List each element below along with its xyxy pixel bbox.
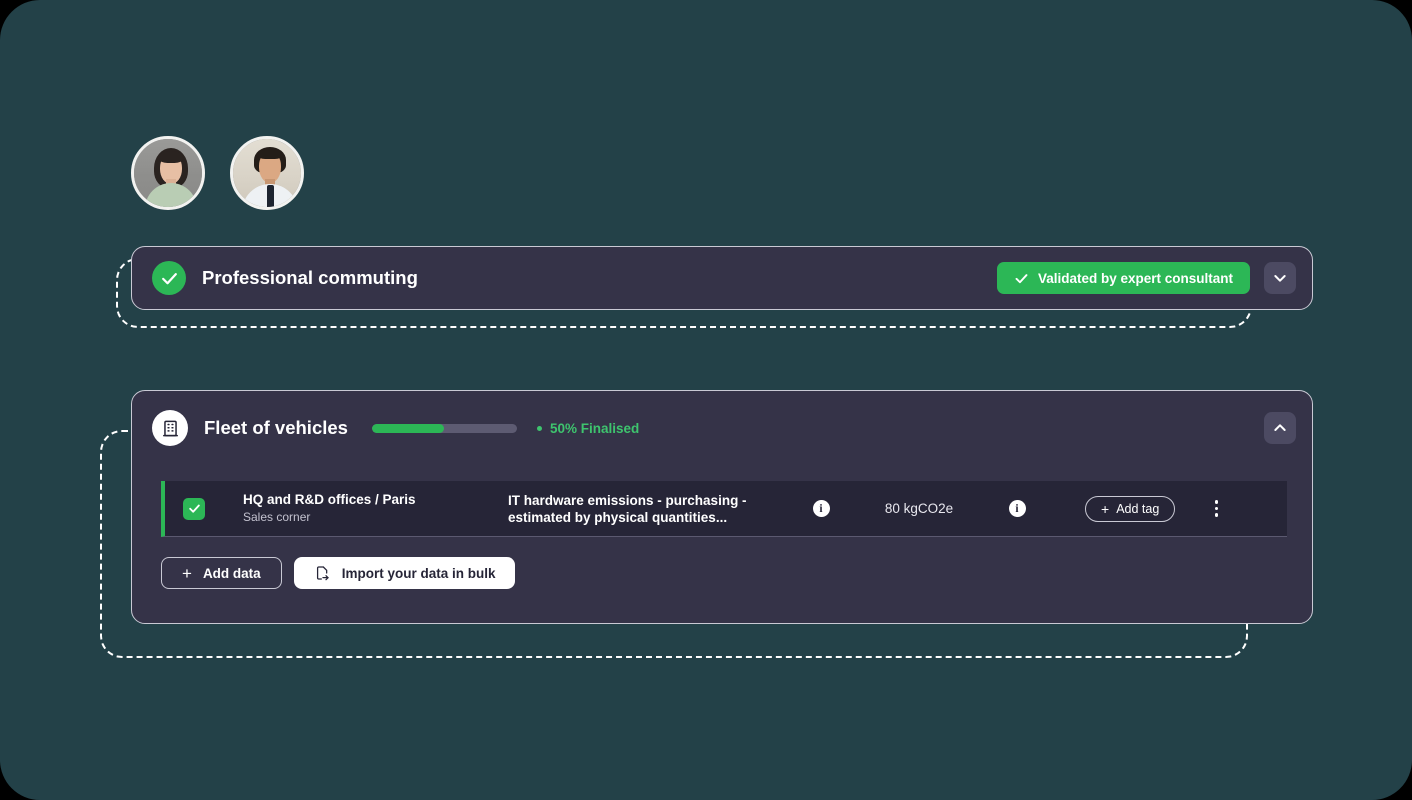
add-data-button[interactable]: + Add data bbox=[161, 557, 282, 589]
card-professional-commuting: Professional commuting Validated by expe… bbox=[131, 246, 1313, 310]
plus-icon: + bbox=[182, 563, 192, 583]
progress-label: 50% Finalised bbox=[549, 420, 640, 436]
import-data-bulk-button[interactable]: Import your data in bulk bbox=[293, 557, 516, 589]
kebab-menu-icon[interactable] bbox=[1205, 496, 1227, 522]
progress-track bbox=[371, 423, 517, 433]
avatar-group bbox=[131, 136, 304, 210]
import-data-label: Import your data in bulk bbox=[341, 565, 496, 581]
row-emission-value: 80 kgCO2e bbox=[884, 501, 954, 516]
building-icon bbox=[152, 410, 188, 446]
validated-button-label: Validated by expert consultant bbox=[1037, 270, 1233, 286]
validated-by-expert-consultant-button[interactable]: Validated by expert consultant bbox=[996, 262, 1250, 294]
check-icon bbox=[188, 504, 200, 513]
info-icon-value[interactable]: i bbox=[1008, 500, 1026, 517]
card-fleet-of-vehicles: Fleet of vehicles 50% Finalised HQ and R… bbox=[131, 390, 1313, 624]
collapse-fleet-button[interactable] bbox=[1264, 412, 1296, 444]
check-circle-icon bbox=[152, 261, 186, 295]
app-page: Professional commuting Validated by expe… bbox=[0, 0, 1412, 800]
check-icon bbox=[1015, 273, 1028, 283]
progress-fill bbox=[371, 423, 445, 433]
status-dot-icon bbox=[536, 425, 542, 431]
finalisation-progress: 50% Finalised bbox=[371, 420, 640, 436]
progress-label-wrap: 50% Finalised bbox=[536, 420, 640, 436]
table-row[interactable]: HQ and R&D offices / Paris Sales corner … bbox=[161, 481, 1287, 537]
expand-commuting-button[interactable] bbox=[1264, 262, 1296, 294]
add-data-label: Add data bbox=[202, 565, 261, 581]
fleet-actions: + Add data Import your data in bulk bbox=[161, 557, 516, 589]
chevron-down-icon bbox=[1274, 275, 1286, 282]
info-icon-description[interactable]: i bbox=[812, 500, 830, 517]
file-export-icon bbox=[316, 566, 329, 581]
team-member-avatar-1[interactable] bbox=[131, 136, 205, 210]
card-title-commuting: Professional commuting bbox=[202, 267, 418, 288]
add-tag-button[interactable]: + Add tag bbox=[1085, 495, 1176, 522]
plus-icon: + bbox=[1101, 500, 1110, 517]
row-site-sub: Sales corner bbox=[243, 510, 311, 524]
data-table: HQ and R&D offices / Paris Sales corner … bbox=[161, 481, 1287, 537]
row-site-cell: HQ and R&D offices / Paris Sales corner bbox=[243, 492, 508, 525]
card-title-fleet: Fleet of vehicles bbox=[204, 417, 348, 438]
row-checkbox[interactable] bbox=[183, 497, 205, 520]
row-site-name: HQ and R&D offices / Paris bbox=[243, 492, 416, 507]
chevron-up-icon bbox=[1274, 424, 1286, 431]
add-tag-label: Add tag bbox=[1116, 501, 1160, 516]
row-description: IT hardware emissions - purchasing - est… bbox=[508, 492, 747, 525]
team-member-avatar-2[interactable] bbox=[230, 136, 304, 210]
